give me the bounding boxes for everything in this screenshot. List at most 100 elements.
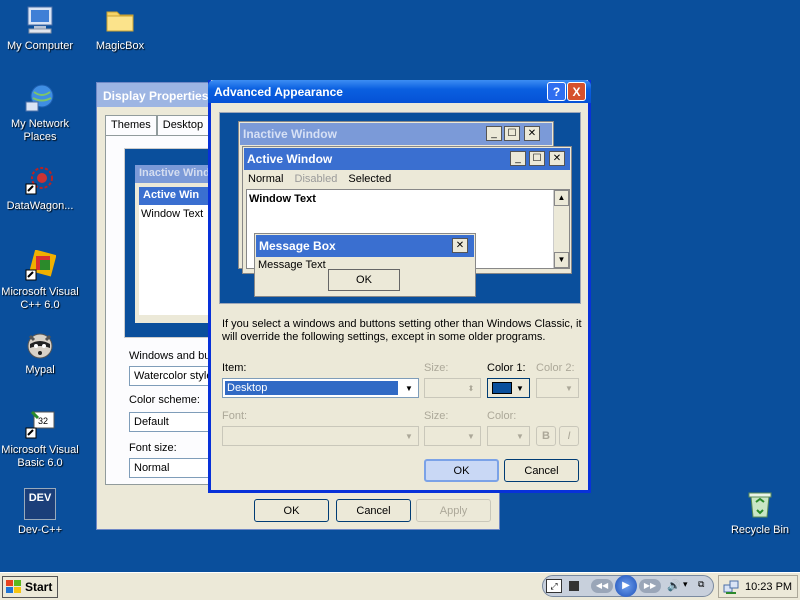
- display-properties-tabs: Themes Desktop: [105, 115, 210, 135]
- computer-icon: [24, 4, 56, 36]
- visual-basic-icon: 32: [24, 408, 56, 440]
- font-size-select[interactable]: ▼: [424, 426, 481, 446]
- help-button[interactable]: ?: [547, 82, 566, 101]
- menu-disabled: Disabled: [294, 173, 338, 185]
- font-color-label: Color:: [487, 410, 517, 422]
- stop-button[interactable]: [569, 581, 579, 591]
- folder-icon: [104, 4, 136, 36]
- svg-text:32: 32: [38, 416, 48, 426]
- network-globe-icon: [24, 82, 56, 114]
- desktop-icon-label: Microsoft Visual C++ 6.0: [1, 286, 79, 311]
- menu-chevron-icon[interactable]: ▾: [683, 579, 688, 590]
- color2-picker[interactable]: ▼: [536, 378, 579, 398]
- preview-active-title: Active Win: [139, 187, 215, 205]
- desktop-icon-label: Microsoft Visual Basic 6.0: [1, 444, 79, 469]
- desktop-icon-label: Mypal: [25, 364, 55, 376]
- desktop-icon-dev-cpp[interactable]: DEV Dev-C++: [0, 488, 80, 537]
- desktop-icon-label: Recycle Bin: [730, 524, 790, 536]
- chevron-down-icon: ▼: [516, 383, 524, 393]
- previous-button[interactable]: ◀◀: [591, 579, 613, 593]
- desktop-icon-my-network-places[interactable]: My Network Places: [0, 82, 80, 144]
- italic-button[interactable]: I: [559, 426, 579, 446]
- font-select[interactable]: ▼: [222, 426, 419, 446]
- taskbar: Start ⤢ ◀◀ ▶ ▶▶ 🔊 ▾ ⧉ 10:23 PM: [0, 572, 800, 600]
- ok-button[interactable]: OK: [424, 459, 499, 482]
- volume-icon[interactable]: 🔊: [667, 579, 681, 592]
- play-button[interactable]: ▶: [615, 575, 637, 597]
- close-icon: ✕: [452, 238, 468, 253]
- maximize-icon: ☐: [529, 151, 545, 166]
- datawagon-icon: [24, 164, 56, 196]
- advanced-appearance-title: Advanced Appearance ? X: [208, 80, 591, 103]
- color1-picker[interactable]: ▼: [487, 378, 530, 398]
- start-label: Start: [25, 580, 53, 594]
- cancel-button[interactable]: Cancel: [336, 499, 411, 522]
- desktop-icon-label: My Network Places: [10, 118, 70, 143]
- advanced-appearance-dialog: Advanced Appearance ? X Inactive Window …: [208, 80, 591, 493]
- scroll-up-icon: ▲: [554, 190, 569, 206]
- desktop-icon-label: MagicBox: [95, 40, 145, 52]
- desktop-icon-label: Dev-C++: [17, 524, 63, 536]
- cancel-button[interactable]: Cancel: [504, 459, 579, 482]
- chevron-down-icon: ▼: [516, 431, 524, 441]
- minimize-player-button[interactable]: ⤢: [546, 579, 562, 593]
- system-tray: 10:23 PM: [718, 575, 798, 598]
- recycle-bin-icon: [744, 488, 776, 520]
- desktop-icon-msvc[interactable]: Microsoft Visual C++ 6.0: [0, 249, 80, 312]
- tab-themes[interactable]: Themes: [105, 115, 157, 135]
- media-player-toolbar: ⤢ ◀◀ ▶ ▶▶ 🔊 ▾ ⧉: [542, 575, 714, 597]
- clock[interactable]: 10:23 PM: [745, 581, 792, 593]
- item-size-spinner[interactable]: ⬍: [424, 378, 481, 398]
- menu-selected: Selected: [348, 173, 392, 185]
- apply-button[interactable]: Apply: [416, 499, 491, 522]
- dev-badge-text: DEV: [28, 492, 52, 504]
- preview-msgbox-text: Message Text: [258, 259, 326, 271]
- close-button[interactable]: X: [567, 82, 586, 101]
- raccoon-icon: [24, 328, 56, 360]
- preview-scrollbar: ▲ ▼: [553, 190, 569, 268]
- chevron-down-icon: ▼: [565, 383, 573, 393]
- color1-label: Color 1:: [487, 362, 526, 374]
- bold-button[interactable]: B: [536, 426, 556, 446]
- ok-button[interactable]: OK: [254, 499, 329, 522]
- visual-cpp-icon: [24, 249, 57, 282]
- preview-menu-bar: Normal Disabled Selected: [248, 173, 391, 185]
- font-color-picker[interactable]: ▼: [487, 426, 530, 446]
- network-tray-icon[interactable]: [723, 579, 739, 595]
- close-icon: X: [572, 84, 581, 99]
- tab-desktop[interactable]: Desktop: [156, 115, 210, 135]
- restore-player-button[interactable]: ⧉: [698, 579, 710, 593]
- chevron-down-icon: ▼: [405, 431, 413, 441]
- preview-window-text: Window Text: [249, 193, 316, 205]
- chevron-down-icon: ▼: [467, 431, 475, 441]
- desktop-icon-my-computer[interactable]: My Computer: [0, 4, 80, 53]
- start-button[interactable]: Start: [2, 576, 58, 598]
- desktop-icon-vb6[interactable]: 32 Microsoft Visual Basic 6.0: [0, 408, 80, 470]
- item-size-label: Size:: [424, 362, 449, 374]
- next-button[interactable]: ▶▶: [639, 579, 661, 593]
- item-label: Item:: [222, 362, 247, 374]
- preview-inactive-title: Inactive Wind: [135, 165, 215, 183]
- desktop-icon-label: DataWagon...: [6, 200, 74, 212]
- minimize-icon: _: [486, 126, 502, 141]
- color2-label: Color 2:: [536, 362, 575, 374]
- info-text: If you select a windows and buttons sett…: [222, 318, 582, 343]
- advanced-preview[interactable]: Inactive Window _ ☐ ✕ Active Window _ ☐ …: [219, 112, 581, 304]
- spinner-arrows-icon: ⬍: [467, 383, 475, 393]
- desktop-icon-datawagon[interactable]: DataWagon...: [0, 164, 80, 213]
- font-size-label: Size:: [424, 410, 449, 422]
- preview-msgbox-ok: OK: [328, 269, 400, 291]
- desktop-icon-recycle-bin[interactable]: Recycle Bin: [720, 488, 800, 537]
- minimize-icon: _: [510, 151, 526, 166]
- menu-normal: Normal: [248, 173, 284, 185]
- desktop-icon-label: My Computer: [6, 40, 74, 52]
- dev-cpp-icon: DEV: [24, 488, 56, 520]
- desktop-icon-mypal[interactable]: Mypal: [0, 328, 80, 377]
- desktop-icon-magicbox[interactable]: MagicBox: [80, 4, 160, 53]
- preview-msgbox-title: Message Box: [256, 235, 474, 257]
- item-select[interactable]: Desktop ▼: [222, 378, 419, 398]
- preview-window-text: Window Text: [139, 205, 215, 315]
- close-icon: ✕: [549, 151, 565, 166]
- color-scheme-label: Color scheme:: [129, 394, 200, 406]
- chevron-down-icon: ▼: [405, 383, 413, 393]
